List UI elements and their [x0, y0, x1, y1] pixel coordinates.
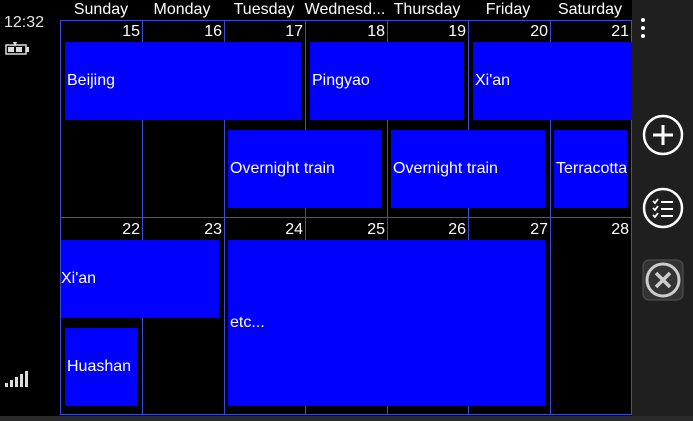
signal-strength-icon — [5, 368, 31, 393]
more-options-icon[interactable] — [641, 18, 647, 42]
event-label: Xi'an — [475, 72, 511, 89]
event-label: Beijing — [67, 72, 116, 89]
dayname-tuesday: Tuesday — [233, 1, 295, 18]
list-icon — [642, 187, 684, 229]
event-label: Terracotta — [556, 160, 627, 177]
dayname-saturday: Saturday — [557, 1, 623, 18]
month-calendar: Sunday Monday Tuesday Wednesd... Thursda… — [60, 0, 632, 416]
date-cell[interactable]: 21 — [551, 23, 629, 41]
date-cell[interactable]: 15 — [62, 23, 140, 41]
event-xian[interactable]: Xi'an — [61, 240, 219, 318]
date-cell[interactable]: 20 — [470, 23, 548, 41]
status-bar: 12:32 — [0, 0, 60, 421]
dayname-sunday: Sunday — [73, 1, 129, 18]
event-beijing[interactable]: Beijing — [65, 42, 301, 120]
event-label: Overnight train — [230, 160, 335, 177]
close-button[interactable] — [642, 259, 684, 301]
dayname-monday: Monday — [153, 1, 211, 18]
dayname-thursday: Thursday — [393, 1, 461, 18]
event-overnight-train[interactable]: Overnight train — [228, 130, 382, 208]
dayname-wednesday: Wednesd... — [304, 1, 386, 18]
date-cell[interactable]: 16 — [144, 23, 222, 41]
event-label: Overnight train — [393, 160, 498, 177]
agenda-list-button[interactable] — [642, 187, 684, 229]
event-huashan[interactable]: Huashan — [65, 328, 138, 406]
grid-line — [60, 20, 632, 21]
date-cell[interactable]: 18 — [307, 23, 385, 41]
event-label: Huashan — [67, 358, 132, 375]
event-overnight-train[interactable]: Overnight train — [391, 130, 545, 208]
event-xian[interactable]: Xi'an — [473, 42, 632, 120]
date-cell[interactable]: 22 — [62, 221, 140, 239]
event-pingyao[interactable]: Pingyao — [310, 42, 464, 120]
event-label: etc... — [230, 314, 265, 331]
add-icon — [642, 114, 684, 156]
date-cell[interactable]: 25 — [307, 221, 385, 239]
event-etc[interactable]: etc... — [228, 240, 545, 406]
bottom-bar — [0, 416, 693, 421]
event-terracotta[interactable]: Terracotta — [554, 130, 627, 208]
date-cell[interactable]: 23 — [144, 221, 222, 239]
date-cell[interactable]: 27 — [470, 221, 548, 239]
grid-line — [60, 20, 61, 415]
dayname-friday: Friday — [485, 1, 531, 18]
grid-line — [60, 414, 632, 415]
add-button[interactable] — [642, 114, 684, 156]
event-label: Xi'an — [61, 270, 97, 287]
grid-line — [60, 217, 632, 218]
date-cell[interactable]: 19 — [388, 23, 466, 41]
event-label: Pingyao — [312, 72, 370, 89]
close-icon — [642, 259, 684, 301]
date-cell[interactable]: 24 — [225, 221, 303, 239]
app-bar — [632, 0, 693, 416]
date-cell[interactable]: 17 — [225, 23, 303, 41]
clock: 12:32 — [4, 14, 45, 31]
date-cell[interactable]: 26 — [388, 221, 466, 239]
battery-icon — [5, 42, 31, 61]
date-cell[interactable]: 28 — [551, 221, 629, 239]
